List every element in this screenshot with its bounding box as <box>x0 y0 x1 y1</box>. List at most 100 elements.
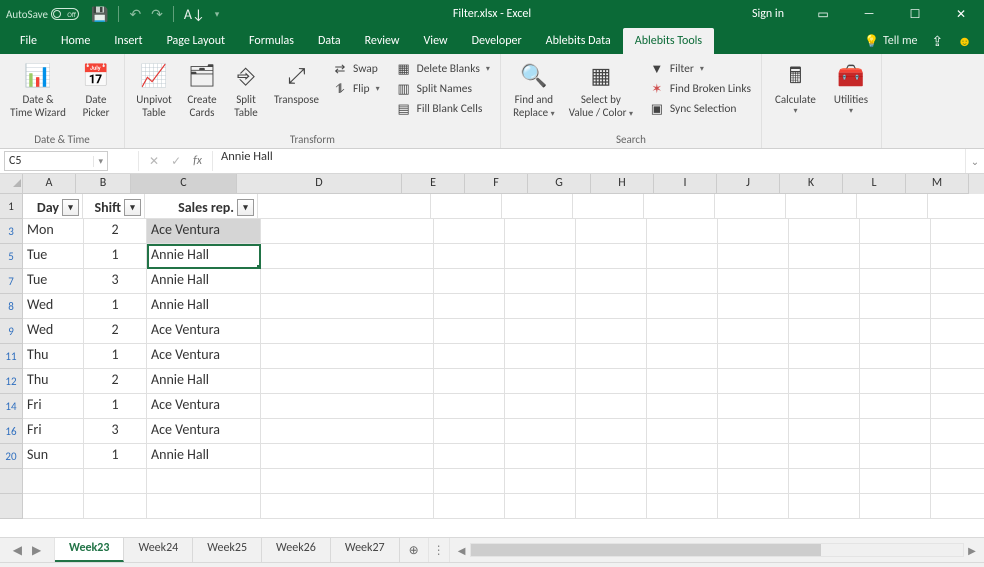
cell-sales-rep[interactable]: Ace Ventura <box>147 419 261 444</box>
cell-sales-rep[interactable]: Ace Ventura <box>147 219 261 244</box>
save-icon[interactable]: 💾 <box>91 6 108 23</box>
cell[interactable] <box>860 319 931 344</box>
hscroll-thumb[interactable] <box>471 544 821 556</box>
cell[interactable] <box>502 194 573 219</box>
cell[interactable] <box>261 344 434 369</box>
cell-day[interactable]: Sun <box>23 444 84 469</box>
cell-shift[interactable]: 1 <box>84 244 147 269</box>
cell-day[interactable]: Fri <box>23 394 84 419</box>
filter-dropdown-icon[interactable]: ▾ <box>237 199 254 216</box>
cell[interactable] <box>576 269 647 294</box>
swap-button[interactable]: ⇄ Swap <box>328 60 384 78</box>
cell-day[interactable]: Thu <box>23 369 84 394</box>
cell[interactable] <box>505 344 576 369</box>
cell[interactable] <box>789 269 860 294</box>
cell[interactable] <box>718 244 789 269</box>
cell[interactable] <box>23 469 84 494</box>
cell-shift[interactable]: 1 <box>84 344 147 369</box>
fill-blank-button[interactable]: ▤ Fill Blank Cells <box>392 100 494 118</box>
column-header-F[interactable]: F <box>465 174 528 194</box>
sheet-nav[interactable]: ◀ ▶ <box>0 538 55 562</box>
row-header[interactable]: 16 <box>0 419 23 444</box>
cell[interactable] <box>860 294 931 319</box>
fx-icon[interactable]: fx <box>193 154 202 168</box>
feedback-icon[interactable]: ☻ <box>957 33 972 50</box>
cell[interactable] <box>576 244 647 269</box>
sort-icon[interactable]: A↓ <box>184 6 205 23</box>
cell[interactable] <box>789 319 860 344</box>
cell-sales-rep[interactable]: Annie Hall <box>147 244 261 269</box>
utilities-button[interactable]: 🧰 Utilities ▾ <box>827 58 875 116</box>
cell[interactable] <box>789 444 860 469</box>
column-header-J[interactable]: J <box>717 174 780 194</box>
cell-sales-rep[interactable]: Annie Hall <box>147 269 261 294</box>
tab-insert[interactable]: Insert <box>102 28 154 54</box>
cell[interactable] <box>576 469 647 494</box>
cell[interactable] <box>647 219 718 244</box>
column-header-H[interactable]: H <box>591 174 654 194</box>
tab-home[interactable]: Home <box>49 28 102 54</box>
cell[interactable] <box>931 444 984 469</box>
sheet-prev-icon[interactable]: ◀ <box>13 543 22 558</box>
autosave[interactable]: AutoSave Off <box>0 8 85 21</box>
cell[interactable] <box>647 394 718 419</box>
enter-formula-icon[interactable]: ✓ <box>171 154 181 169</box>
cell[interactable] <box>860 219 931 244</box>
tab-data[interactable]: Data <box>306 28 353 54</box>
tab-ablebits-data[interactable]: Ablebits Data <box>534 28 623 54</box>
redo-icon[interactable]: ↷ <box>151 6 163 23</box>
cell[interactable] <box>505 394 576 419</box>
delete-blanks-button[interactable]: ▦ Delete Blanks ▾ <box>392 60 494 78</box>
cell[interactable] <box>860 419 931 444</box>
qat-dropdown-icon[interactable]: ▾ <box>215 9 220 20</box>
cell[interactable] <box>860 369 931 394</box>
cell[interactable] <box>718 394 789 419</box>
autosave-toggle[interactable]: Off <box>51 8 79 20</box>
cell[interactable] <box>789 219 860 244</box>
tab-page-layout[interactable]: Page Layout <box>155 28 237 54</box>
cell[interactable] <box>931 294 984 319</box>
cell[interactable] <box>84 469 147 494</box>
cell[interactable] <box>261 294 434 319</box>
cell[interactable] <box>786 194 857 219</box>
cell[interactable] <box>261 269 434 294</box>
date-time-wizard-button[interactable]: 📊 Date & Time Wizard <box>6 58 70 119</box>
cell[interactable] <box>647 294 718 319</box>
cell[interactable] <box>647 419 718 444</box>
cell[interactable] <box>576 494 647 519</box>
cell[interactable] <box>261 469 434 494</box>
cell[interactable] <box>718 294 789 319</box>
cell[interactable] <box>789 344 860 369</box>
cell[interactable] <box>576 394 647 419</box>
split-names-button[interactable]: ▥ Split Names <box>392 80 494 98</box>
cell[interactable] <box>505 319 576 344</box>
tab-ablebits-tools[interactable]: Ablebits Tools <box>623 28 714 54</box>
cell[interactable] <box>931 369 984 394</box>
cell[interactable] <box>431 194 502 219</box>
cell[interactable] <box>931 219 984 244</box>
formula-input[interactable]: Annie Hall <box>213 149 965 173</box>
select-all-corner[interactable] <box>0 174 23 194</box>
table-header[interactable]: Sales rep.▾ <box>145 194 258 219</box>
tab-scroll-splitter[interactable]: ⋮ <box>429 538 450 562</box>
row-header[interactable]: 11 <box>0 344 23 369</box>
cell[interactable] <box>789 394 860 419</box>
tab-review[interactable]: Review <box>353 28 412 54</box>
column-header-A[interactable]: A <box>23 174 76 194</box>
cell-day[interactable]: Thu <box>23 344 84 369</box>
cell[interactable] <box>23 494 84 519</box>
cell[interactable] <box>505 269 576 294</box>
tab-view[interactable]: View <box>412 28 460 54</box>
cell[interactable] <box>576 444 647 469</box>
table-header[interactable]: Day▾ <box>23 194 83 219</box>
cell[interactable] <box>505 219 576 244</box>
sheet-tab-week23[interactable]: Week23 <box>55 538 124 562</box>
cell-shift[interactable]: 3 <box>84 419 147 444</box>
cell[interactable] <box>789 469 860 494</box>
cell[interactable] <box>434 219 505 244</box>
cell[interactable] <box>434 294 505 319</box>
cell[interactable] <box>931 244 984 269</box>
cell-sales-rep[interactable]: Annie Hall <box>147 294 261 319</box>
cell[interactable] <box>789 244 860 269</box>
scroll-right-icon[interactable]: ▶ <box>964 544 980 557</box>
